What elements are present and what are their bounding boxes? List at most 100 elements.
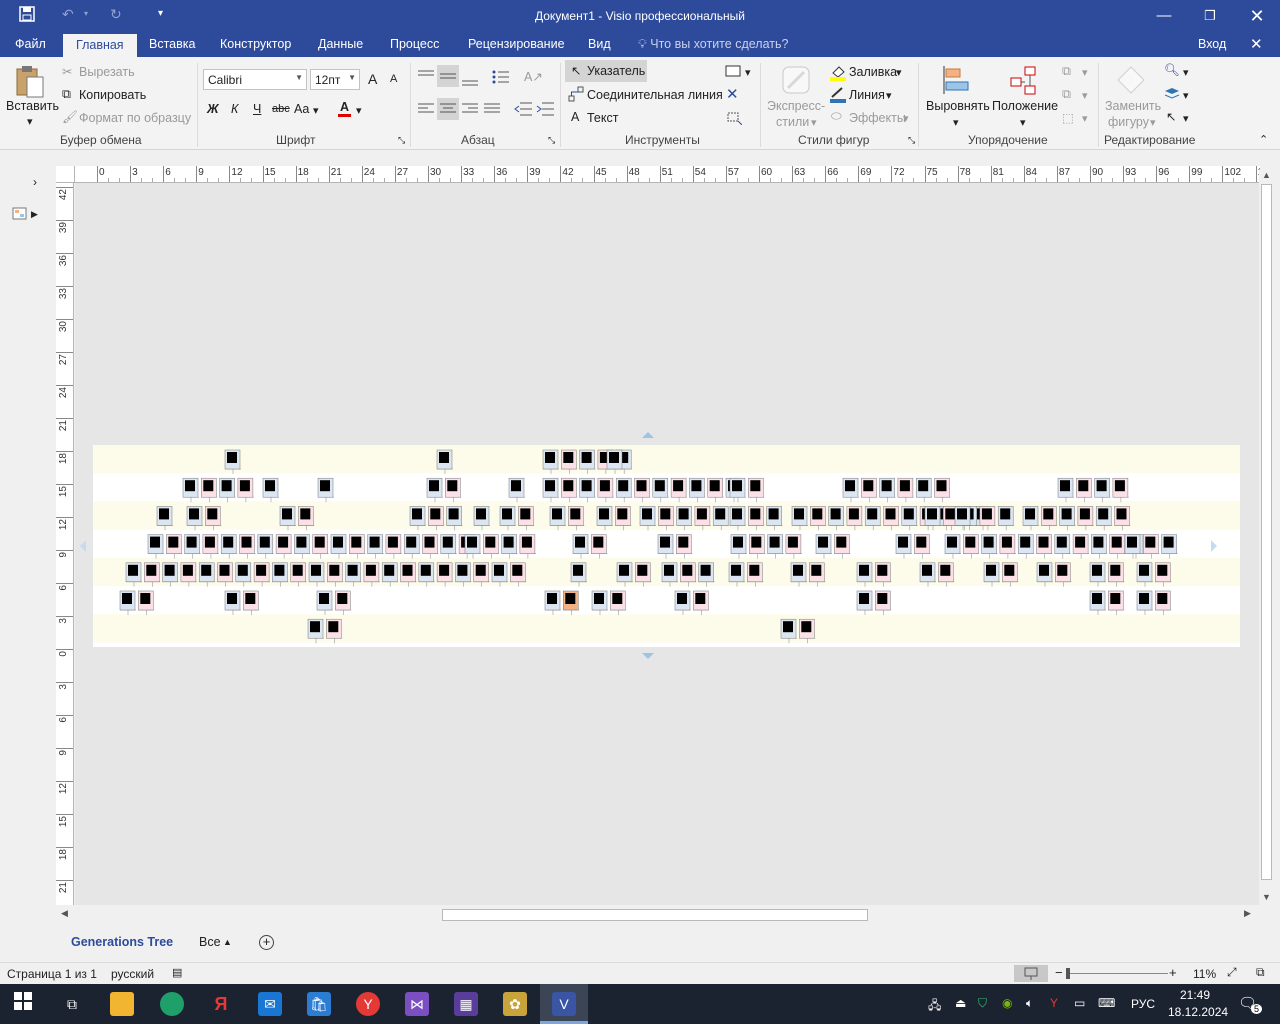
tab-design[interactable]: Конструктор [220,37,291,51]
expand-shapes-icon[interactable]: › [33,175,37,189]
align-shapes-icon[interactable] [940,64,970,99]
line-icon[interactable] [829,86,847,107]
connector-icon[interactable] [568,86,584,105]
macro-record-icon[interactable]: ▤ [172,966,182,979]
font-dialog-launcher-icon[interactable]: ⤡ [398,135,405,146]
zoom-in-icon[interactable]: + [1169,965,1177,980]
scroll-right-icon[interactable]: ▶ [1244,908,1251,919]
zoom-out-icon[interactable]: − [1055,965,1063,980]
clock-date[interactable]: 18.12.2024 [1168,1005,1228,1019]
cut-button[interactable]: Вырезать [79,65,135,79]
zoom-slider-track[interactable] [1068,973,1168,974]
vertical-scrollbar[interactable]: ▲ ▼ [1259,170,1274,905]
text-direction-icon[interactable]: A↗ [524,69,543,84]
quick-styles-icon[interactable] [780,64,812,99]
app-icon[interactable]: ▦ [454,992,478,1016]
bring-front-dropdown-icon[interactable]: ▾ [1082,66,1088,79]
drawing-canvas[interactable] [75,183,1259,905]
input-language[interactable]: РУС [1131,997,1155,1011]
nav-arrow-left-icon[interactable] [80,540,86,552]
store-icon[interactable]: 🛍︎ [307,992,331,1016]
scroll-down-icon[interactable]: ▼ [1262,892,1271,902]
yandex-browser-icon[interactable]: Y [356,992,380,1016]
mail-icon[interactable]: ✉ [258,992,282,1016]
close-document-icon[interactable]: ✕ [1250,35,1263,53]
collapse-ribbon-icon[interactable]: ⌃ [1259,133,1268,146]
language-indicator[interactable]: русский [111,967,154,981]
cut-icon[interactable]: ✂ [62,64,72,79]
quick-styles-label-2[interactable]: стили [776,115,809,129]
change-shape-label-1[interactable]: Заменить [1105,99,1161,113]
tab-process[interactable]: Процесс [390,37,439,51]
font-size-dropdown-icon[interactable]: ▼ [348,73,356,82]
connector-tool-button[interactable]: Соединительная линия [587,88,723,102]
position-button[interactable]: Положение [992,99,1058,113]
bring-front-icon[interactable]: ⧉ [1062,64,1071,79]
all-pages-up-icon[interactable]: ▲ [223,937,232,947]
underline-button[interactable]: Ч [253,102,261,116]
copy-button[interactable]: Копировать [79,88,146,102]
volume-tray-icon[interactable]: 🔈︎ [1026,996,1033,1011]
change-case-button[interactable]: Aa [294,102,309,116]
change-shape-dropdown-icon[interactable]: ▾ [1150,116,1156,129]
paste-button[interactable]: Вставить [6,99,59,113]
font-color-dropdown-icon[interactable]: ▾ [356,104,362,117]
group-shapes-icon[interactable]: ⬚ [1062,110,1074,125]
paste-icon[interactable] [14,65,46,99]
page-indicator[interactable]: Страница 1 из 1 [7,967,97,981]
sign-in-link[interactable]: Вход [1198,37,1226,51]
delete-connector-icon[interactable]: ✕ [726,85,739,103]
change-shape-label-2[interactable]: фигуру [1108,115,1149,129]
display-tray-icon[interactable]: ▭ [1074,996,1085,1010]
select-icon[interactable]: ↖ [1166,109,1176,124]
align-shapes-dropdown-icon[interactable]: ▾ [953,116,959,129]
paste-dropdown-icon[interactable]: ▾ [27,115,33,128]
horizontal-scrollbar[interactable]: ◀ ▶ [58,907,1256,923]
horizontal-scroll-thumb[interactable] [442,909,868,921]
zoom-level[interactable]: 11% [1193,967,1216,981]
align-top-icon[interactable] [418,69,434,86]
effects-button[interactable]: Эффекты [849,111,906,125]
position-icon[interactable] [1008,64,1038,99]
decrease-indent-icon[interactable] [514,102,532,119]
quick-styles-dropdown-icon[interactable]: ▾ [811,116,817,129]
fill-icon[interactable] [829,63,847,84]
fill-dropdown-icon[interactable]: ▾ [896,66,902,79]
change-shape-icon[interactable] [1115,64,1147,99]
group-shapes-dropdown-icon[interactable]: ▾ [1082,112,1088,125]
bullets-icon[interactable] [492,69,510,88]
effects-dropdown-icon[interactable]: ▾ [903,112,909,125]
edge-browser-icon[interactable] [160,992,184,1016]
position-dropdown-icon[interactable]: ▾ [1020,116,1026,129]
minimize-button[interactable]: — [1141,0,1187,32]
format-painter-icon[interactable]: 🖌︎ [62,110,78,125]
italic-button[interactable]: К [231,102,238,116]
clock-time[interactable]: 21:49 [1180,988,1210,1002]
tab-home[interactable]: Главная [63,34,137,57]
font-color-button[interactable]: A [338,101,352,117]
page-tab-generations-tree[interactable]: Generations Tree [71,935,173,949]
network-tray-icon[interactable]: 🖧︎ [928,996,941,1017]
align-bottom-icon[interactable] [462,75,478,92]
tab-data[interactable]: Данные [318,37,363,51]
send-back-dropdown-icon[interactable]: ▾ [1082,89,1088,102]
bold-button[interactable]: Ж [207,102,219,116]
windows-start-icon[interactable] [11,992,35,1016]
add-page-icon[interactable]: + [259,935,274,950]
switch-windows-icon[interactable]: ⧉ [1256,965,1265,980]
find-icon[interactable]: 🔍︎ [1164,63,1180,78]
fit-page-icon[interactable]: ⤢ [1227,965,1237,980]
scroll-left-icon[interactable]: ◀ [61,908,68,919]
nav-arrow-up-icon[interactable] [642,432,654,438]
text-tool-icon[interactable]: A [571,110,579,124]
file-explorer-icon[interactable] [110,992,134,1016]
shapes-pane-icon[interactable] [12,207,28,224]
yandex-tray-icon[interactable]: Y [1050,996,1058,1010]
text-tool-button[interactable]: Текст [587,111,618,125]
align-right-icon[interactable] [462,103,478,118]
tab-review[interactable]: Рецензирование [468,37,565,51]
paragraph-dialog-launcher-icon[interactable]: ⤡ [548,135,555,146]
layers-icon[interactable] [1164,87,1180,104]
fill-button[interactable]: Заливка [849,65,897,79]
shape-styles-dialog-launcher-icon[interactable]: ⤡ [908,135,915,146]
